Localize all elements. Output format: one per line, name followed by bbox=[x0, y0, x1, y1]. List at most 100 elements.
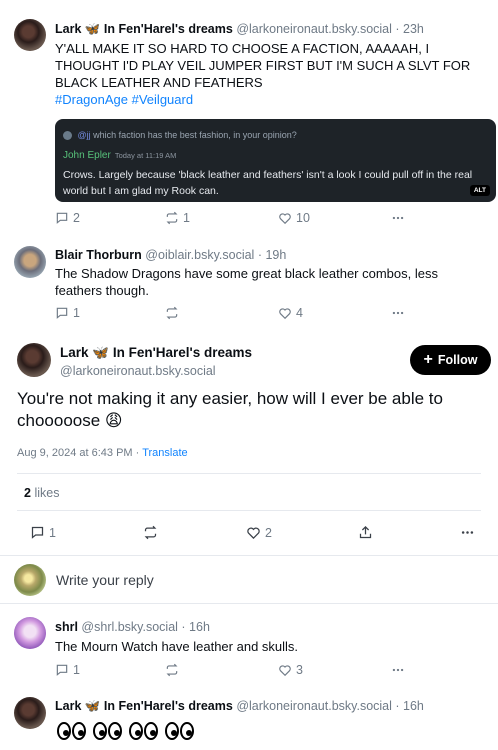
post-body: Y'ALL MAKE IT SO HARD TO CHOOSE A FACTIO… bbox=[55, 41, 471, 90]
feed-post-1[interactable]: Lark 🦋 In Fen'Harel's dreams @larkoneiro… bbox=[0, 0, 498, 238]
repost-button[interactable] bbox=[143, 525, 158, 540]
eyes-emoji-text bbox=[57, 722, 194, 740]
more-button[interactable] bbox=[391, 663, 405, 677]
heart-icon bbox=[279, 308, 291, 320]
alt-badge[interactable]: ALT bbox=[469, 185, 490, 196]
post-actions: 1 3 bbox=[55, 663, 455, 679]
repost-icon bbox=[166, 211, 178, 225]
main-author-handle[interactable]: @larkoneironaut.bsky.social bbox=[60, 364, 216, 378]
likes-summary[interactable]: 2 likes bbox=[24, 486, 59, 500]
divider bbox=[17, 510, 481, 511]
post-time[interactable]: · 23h bbox=[395, 22, 424, 36]
post-text: Y'ALL MAKE IT SO HARD TO CHOOSE A FACTIO… bbox=[55, 40, 475, 108]
follow-button[interactable]: + Follow bbox=[410, 345, 491, 375]
hashtag-veilguard[interactable]: #Veilguard bbox=[132, 92, 193, 107]
eyes-icon bbox=[57, 722, 86, 740]
author-name[interactable]: Lark 🦋 In Fen'Harel's dreams bbox=[55, 22, 233, 36]
author-name[interactable]: Lark 🦋 In Fen'Harel's dreams bbox=[55, 699, 233, 713]
likes-label: likes bbox=[34, 486, 60, 500]
share-button[interactable] bbox=[358, 525, 373, 540]
quote-context: @jj which faction has the best fashion, … bbox=[63, 130, 297, 141]
reply-button[interactable]: 1 bbox=[30, 525, 56, 540]
share-icon bbox=[359, 525, 372, 539]
reply-count: 1 bbox=[73, 663, 80, 677]
translate-link[interactable]: Translate bbox=[142, 447, 187, 459]
reply-icon bbox=[56, 307, 68, 319]
post-time[interactable]: · 19h bbox=[258, 248, 287, 262]
avatar bbox=[14, 564, 46, 596]
like-count: 4 bbox=[296, 306, 303, 320]
post-header: Blair Thorburn @oiblair.bsky.social · 19… bbox=[55, 247, 286, 263]
like-button[interactable]: 4 bbox=[278, 306, 303, 320]
like-count: 3 bbox=[296, 663, 303, 677]
post-date: Aug 9, 2024 at 6:43 PM · Translate bbox=[17, 447, 188, 459]
like-count: 10 bbox=[296, 211, 310, 225]
post-text: The Shadow Dragons have some great black… bbox=[55, 266, 438, 298]
heart-icon bbox=[247, 527, 260, 540]
main-post-actions: 1 2 bbox=[30, 525, 480, 541]
avatar[interactable] bbox=[14, 19, 46, 51]
feed-post-2[interactable]: Blair Thorburn @oiblair.bsky.social · 19… bbox=[0, 238, 498, 330]
reply-count: 1 bbox=[49, 525, 56, 540]
reply-post-1[interactable]: shrl @shrl.bsky.social · 16h The Mourn W… bbox=[0, 605, 498, 687]
quoted-image[interactable]: @jj which faction has the best fashion, … bbox=[55, 119, 496, 202]
author-handle[interactable]: @oiblair.bsky.social bbox=[145, 248, 254, 262]
more-icon bbox=[392, 216, 404, 220]
post-time[interactable]: · 16h bbox=[395, 699, 424, 713]
reply-icon bbox=[56, 212, 68, 224]
author-handle[interactable]: @larkoneironaut.bsky.social bbox=[236, 22, 392, 36]
more-button[interactable] bbox=[391, 306, 405, 320]
post-actions: 1 4 bbox=[55, 306, 455, 322]
repost-button[interactable] bbox=[165, 663, 179, 677]
author-name[interactable]: shrl bbox=[55, 620, 78, 634]
repost-icon bbox=[144, 525, 157, 540]
reply-post-2[interactable]: Lark 🦋 In Fen'Harel's dreams @larkoneiro… bbox=[0, 687, 498, 750]
more-icon bbox=[392, 668, 404, 672]
author-handle[interactable]: @shrl.bsky.social bbox=[81, 620, 178, 634]
likes-count: 2 bbox=[24, 486, 31, 500]
like-button[interactable]: 10 bbox=[278, 211, 310, 225]
quote-time: Today at 11:19 AM bbox=[114, 151, 177, 160]
reply-composer[interactable]: Write your reply bbox=[0, 555, 498, 604]
hashtag-dragonage[interactable]: #DragonAge bbox=[55, 92, 128, 107]
repost-count: 1 bbox=[183, 211, 190, 225]
quote-context-text: which faction has the best fashion, in y… bbox=[93, 130, 297, 140]
more-icon bbox=[392, 311, 404, 315]
avatar[interactable] bbox=[14, 697, 46, 729]
post-header: shrl @shrl.bsky.social · 16h bbox=[55, 619, 210, 635]
reply-button[interactable]: 1 bbox=[55, 306, 80, 320]
repost-button[interactable] bbox=[165, 306, 179, 320]
repost-icon bbox=[166, 306, 178, 320]
heart-icon bbox=[279, 213, 291, 225]
post-header: Lark 🦋 In Fen'Harel's dreams @larkoneiro… bbox=[55, 698, 424, 714]
divider bbox=[17, 473, 481, 474]
more-button[interactable] bbox=[391, 211, 405, 225]
quote-author: John Epler Today at 11:19 AM bbox=[63, 150, 176, 161]
post-date-text[interactable]: Aug 9, 2024 at 6:43 PM bbox=[17, 447, 133, 459]
eyes-icon bbox=[129, 722, 158, 740]
repost-button[interactable]: 1 bbox=[165, 211, 190, 225]
like-button[interactable]: 3 bbox=[278, 663, 303, 677]
reply-button[interactable]: 2 bbox=[55, 211, 80, 225]
reply-button[interactable]: 1 bbox=[55, 663, 80, 677]
eyes-icon bbox=[165, 722, 194, 740]
reply-count: 2 bbox=[73, 211, 80, 225]
more-button[interactable] bbox=[460, 525, 475, 540]
heart-icon bbox=[279, 665, 291, 677]
avatar[interactable] bbox=[14, 246, 46, 278]
reply-count: 1 bbox=[73, 306, 80, 320]
like-button[interactable]: 2 bbox=[246, 525, 272, 540]
author-name[interactable]: Blair Thorburn bbox=[55, 248, 142, 262]
avatar[interactable] bbox=[17, 343, 51, 377]
quote-body: Crows. Largely because 'black leather an… bbox=[63, 169, 473, 197]
post-text: The Mourn Watch have leather and skulls. bbox=[55, 639, 299, 654]
author-handle[interactable]: @larkoneironaut.bsky.social bbox=[236, 699, 392, 713]
reply-icon bbox=[31, 526, 44, 539]
main-author-name[interactable]: Lark 🦋 In Fen'Harel's dreams bbox=[60, 345, 252, 361]
more-icon bbox=[461, 531, 474, 534]
post-header: Lark 🦋 In Fen'Harel's dreams @larkoneiro… bbox=[55, 21, 424, 37]
like-count: 2 bbox=[265, 525, 272, 540]
avatar[interactable] bbox=[14, 617, 46, 649]
follow-label: Follow bbox=[437, 353, 478, 367]
post-time[interactable]: · 16h bbox=[181, 620, 210, 634]
